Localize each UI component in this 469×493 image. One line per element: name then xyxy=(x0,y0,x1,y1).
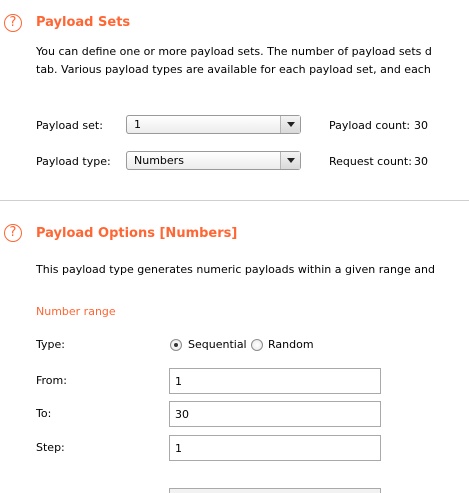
step-input[interactable]: 1 xyxy=(169,435,381,461)
from-input[interactable]: 1 xyxy=(169,368,381,394)
payload-options-title: Payload Options [Numbers] xyxy=(36,226,238,241)
number-range-title: Number range xyxy=(36,305,116,318)
payload-sets-title: Payload Sets xyxy=(36,15,131,30)
payload-count-value: 30 xyxy=(414,119,428,132)
to-label: To: xyxy=(36,407,52,420)
payload-type-select[interactable]: Numbers xyxy=(126,151,301,170)
payload-sets-description-line1: You can define one or more payload sets.… xyxy=(36,45,432,58)
payload-type-label: Payload type: xyxy=(36,155,111,168)
sequential-radio[interactable] xyxy=(170,339,182,351)
from-value: 1 xyxy=(175,375,182,388)
request-count-value: 30 xyxy=(414,155,428,168)
sequential-radio-label[interactable]: Sequential xyxy=(188,338,247,351)
dropdown-arrow-icon[interactable] xyxy=(280,152,300,169)
payload-set-label: Payload set: xyxy=(36,119,103,132)
random-radio-label[interactable]: Random xyxy=(268,338,314,351)
step-label: Step: xyxy=(36,441,65,454)
payload-set-select[interactable]: 1 xyxy=(126,115,301,134)
payload-type-value: Numbers xyxy=(134,154,184,167)
help-icon[interactable]: ? xyxy=(4,14,22,32)
dropdown-arrow-icon[interactable] xyxy=(280,116,300,133)
random-radio[interactable] xyxy=(251,339,263,351)
payload-sets-description-line2: tab. Various payload types are available… xyxy=(36,63,431,76)
step-value: 1 xyxy=(175,442,182,455)
payload-options-description: This payload type generates numeric payl… xyxy=(36,263,435,276)
type-label: Type: xyxy=(36,338,65,351)
payload-set-value: 1 xyxy=(134,118,141,131)
help-icon[interactable]: ? xyxy=(4,224,22,242)
request-count-label: Request count: xyxy=(329,155,412,168)
payload-count-label: Payload count: xyxy=(329,119,411,132)
from-label: From: xyxy=(36,374,67,387)
section-divider xyxy=(0,200,469,201)
to-input[interactable]: 30 xyxy=(169,401,381,427)
to-value: 30 xyxy=(175,408,189,421)
next-field-input[interactable] xyxy=(169,488,381,493)
